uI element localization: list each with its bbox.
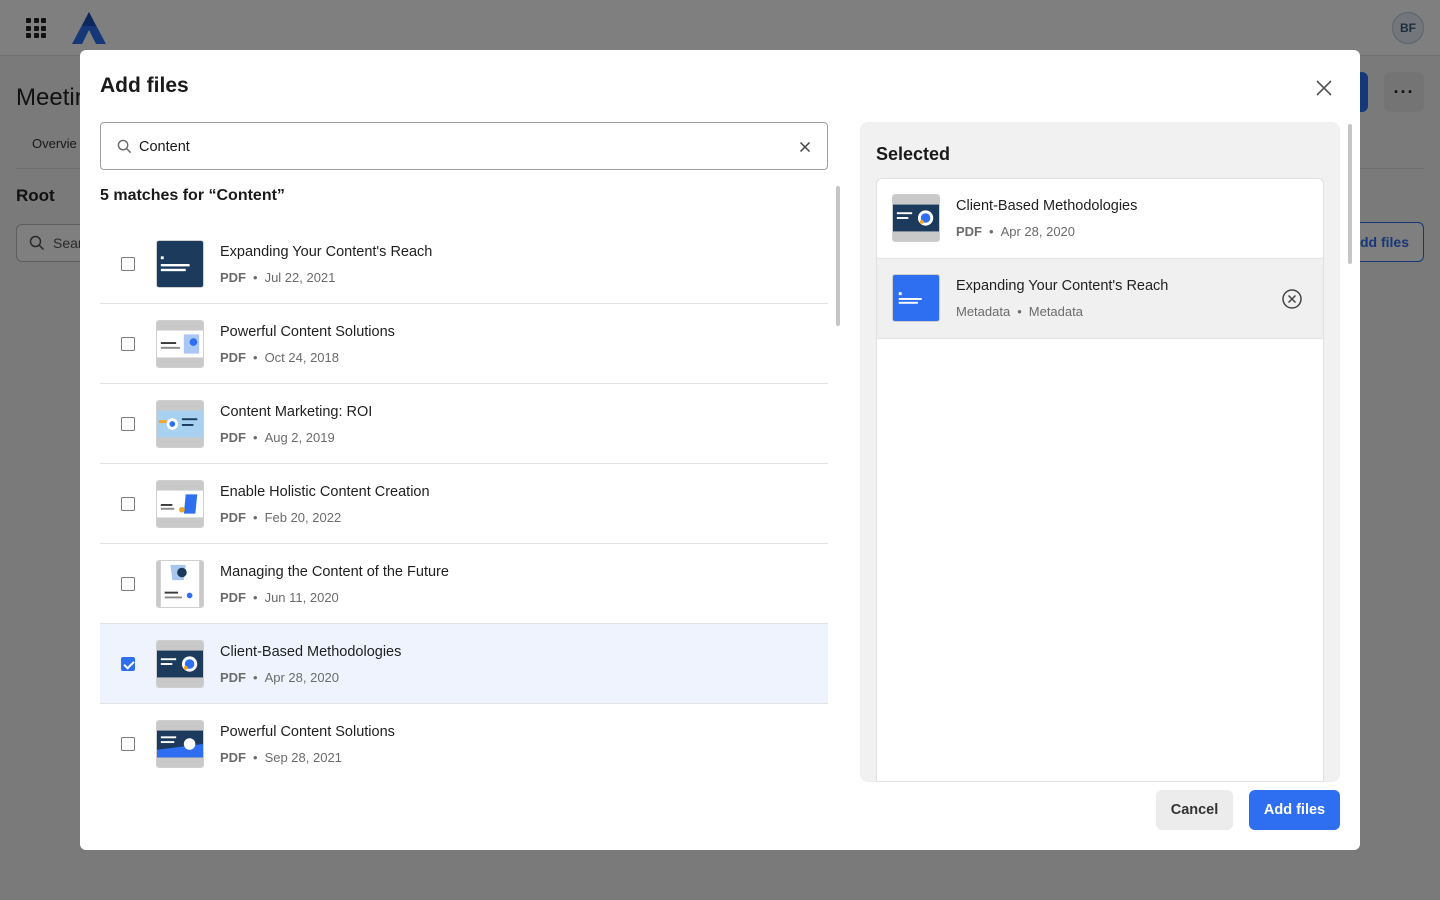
file-meta: PDF • Jun 11, 2020: [220, 590, 339, 605]
modal-title: Add files: [100, 74, 189, 97]
result-checkbox[interactable]: [121, 337, 135, 351]
result-row[interactable]: Powerful Content Solutions PDF • Oct 24, 2…: [100, 304, 828, 384]
search-icon: [117, 139, 132, 154]
selected-list: Client-Based Methodologies PDF • Apr 28, 2…: [876, 178, 1324, 782]
add-files-modal: Add files 5 matches for “Content”: [80, 50, 1360, 850]
result-row[interactable]: Expanding Your Content's Reach PDF • Jul 2…: [100, 224, 828, 304]
selected-scrollbar[interactable]: [1348, 124, 1352, 264]
selected-item[interactable]: Client-Based Methodologies PDF • Apr 28, 2…: [877, 179, 1323, 259]
result-checkbox[interactable]: [121, 737, 135, 751]
result-row[interactable]: Managing the Content of the Future PDF • J…: [100, 544, 828, 624]
file-search-box: [100, 122, 828, 170]
file-thumbnail: [156, 320, 204, 368]
file-name: Powerful Content Solutions: [220, 324, 395, 340]
file-thumbnail: [892, 274, 940, 322]
clear-search-icon[interactable]: [797, 139, 813, 155]
match-count: 5 matches for “Content”: [100, 187, 285, 204]
file-meta: PDF • Aug 2, 2019: [220, 430, 335, 445]
result-checkbox[interactable]: [121, 497, 135, 511]
file-thumbnail: [156, 640, 204, 688]
result-checkbox[interactable]: [121, 657, 135, 671]
file-name: Managing the Content of the Future: [220, 564, 449, 580]
file-thumbnail: [156, 480, 204, 528]
result-row[interactable]: Content Marketing: ROI PDF • Aug 2, 2019: [100, 384, 828, 464]
add-files-button[interactable]: Add files: [1249, 790, 1340, 830]
file-thumbnail: [156, 240, 204, 288]
results-scrollbar[interactable]: [836, 186, 840, 326]
result-row[interactable]: Enable Holistic Content Creation PDF • Feb…: [100, 464, 828, 544]
file-name: Client-Based Methodologies: [220, 644, 402, 660]
file-meta: PDF • Jul 22, 2021: [220, 270, 336, 285]
file-thumbnail: [156, 720, 204, 768]
file-meta: PDF • Oct 24, 2018: [220, 350, 340, 365]
file-meta: PDF • Feb 20, 2022: [220, 510, 342, 525]
selected-panel: Selected Client-Based Methodologies PDF •…: [860, 122, 1340, 782]
result-row[interactable]: Powerful Content Solutions PDF • Sep 28, 2…: [100, 704, 828, 770]
file-name: Client-Based Methodologies: [956, 198, 1138, 214]
file-name: Expanding Your Content's Reach: [956, 278, 1169, 294]
result-checkbox[interactable]: [121, 257, 135, 271]
file-meta: PDF • Apr 28, 2020: [220, 670, 340, 685]
file-name: Expanding Your Content's Reach: [220, 244, 433, 260]
close-icon: [1316, 80, 1332, 96]
selected-title: Selected: [876, 144, 951, 164]
file-name: Enable Holistic Content Creation: [220, 484, 430, 500]
file-thumbnail: [892, 194, 940, 242]
selected-item[interactable]: Expanding Your Content's Reach Metadata •…: [877, 259, 1323, 339]
file-thumbnail: [156, 560, 204, 608]
search-input[interactable]: [139, 135, 779, 159]
file-meta: Metadata • Metadata: [956, 304, 1083, 319]
file-name: Powerful Content Solutions: [220, 724, 395, 740]
results-list: Expanding Your Content's Reach PDF • Jul 2…: [100, 224, 828, 770]
file-meta: PDF • Sep 28, 2021: [220, 750, 342, 765]
result-checkbox[interactable]: [121, 577, 135, 591]
file-meta: PDF • Apr 28, 2020: [956, 224, 1076, 239]
remove-circle-icon[interactable]: [1281, 288, 1303, 310]
close-button[interactable]: [1310, 74, 1338, 102]
file-thumbnail: [156, 400, 204, 448]
result-checkbox[interactable]: [121, 417, 135, 431]
file-name: Content Marketing: ROI: [220, 404, 373, 420]
result-row[interactable]: Client-Based Methodologies PDF • Apr 28, 2…: [100, 624, 828, 704]
cancel-button[interactable]: Cancel: [1156, 790, 1233, 830]
